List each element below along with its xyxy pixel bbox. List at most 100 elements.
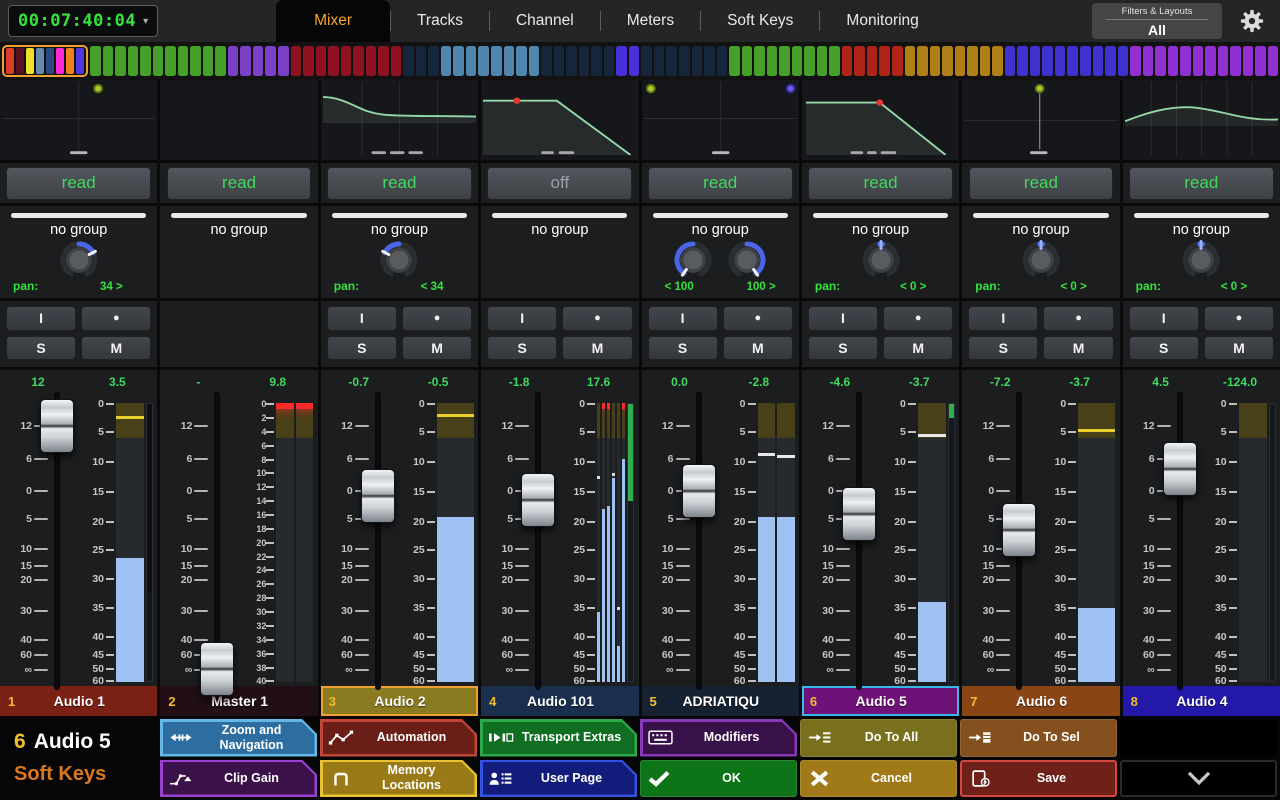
color-block[interactable] xyxy=(854,46,865,76)
color-block[interactable] xyxy=(717,46,728,76)
automation-mode-button[interactable]: read xyxy=(6,167,151,200)
solo-button[interactable]: S xyxy=(1129,336,1199,361)
color-block[interactable] xyxy=(604,46,615,76)
color-block[interactable] xyxy=(1205,46,1216,76)
color-block[interactable] xyxy=(742,46,753,76)
color-block[interactable] xyxy=(240,46,251,76)
color-block[interactable] xyxy=(1080,46,1091,76)
color-block[interactable] xyxy=(76,48,84,74)
color-block[interactable] xyxy=(654,46,665,76)
mute-button[interactable]: M xyxy=(402,336,472,361)
tab-channel[interactable]: Channel xyxy=(490,0,600,42)
color-block[interactable] xyxy=(905,46,916,76)
color-block[interactable] xyxy=(804,46,815,76)
record-button[interactable]: ● xyxy=(723,306,793,331)
color-block[interactable] xyxy=(128,46,139,76)
color-block[interactable] xyxy=(165,46,176,76)
color-block[interactable] xyxy=(366,46,377,76)
color-block[interactable] xyxy=(641,46,652,76)
color-block[interactable] xyxy=(992,46,1003,76)
color-block[interactable] xyxy=(1017,46,1028,76)
solo-button[interactable]: S xyxy=(808,336,878,361)
color-block[interactable] xyxy=(478,46,489,76)
fader-track[interactable] xyxy=(696,392,702,690)
color-block[interactable] xyxy=(341,46,352,76)
fader-cap[interactable] xyxy=(1002,503,1036,557)
input-button[interactable]: I xyxy=(648,306,718,331)
color-block[interactable] xyxy=(1180,46,1191,76)
automation-thumbnail[interactable] xyxy=(962,80,1119,163)
softkey-user-page[interactable]: User Page xyxy=(480,760,637,798)
record-button[interactable]: ● xyxy=(1043,306,1113,331)
color-block[interactable] xyxy=(529,46,540,76)
input-button[interactable]: I xyxy=(1129,306,1199,331)
color-block[interactable] xyxy=(754,46,765,76)
color-block[interactable] xyxy=(867,46,878,76)
color-block[interactable] xyxy=(1193,46,1204,76)
color-block[interactable] xyxy=(391,46,402,76)
color-block[interactable] xyxy=(516,46,527,76)
mute-button[interactable]: M xyxy=(562,336,632,361)
color-block[interactable] xyxy=(955,46,966,76)
color-block[interactable] xyxy=(1255,46,1266,76)
color-block[interactable] xyxy=(291,46,302,76)
color-block[interactable] xyxy=(1005,46,1016,76)
channel-name-1[interactable]: 1Audio 1 xyxy=(0,686,157,716)
color-block[interactable] xyxy=(215,46,226,76)
color-block[interactable] xyxy=(1067,46,1078,76)
pan-knob[interactable] xyxy=(377,238,421,287)
fader-cap[interactable] xyxy=(682,464,716,518)
channel-name-8[interactable]: 8Audio 4 xyxy=(1123,686,1280,716)
color-block[interactable] xyxy=(679,46,690,76)
color-block[interactable] xyxy=(228,46,239,76)
color-block[interactable] xyxy=(1030,46,1041,76)
softkey-modifiers[interactable]: Modifiers xyxy=(640,719,797,757)
automation-thumbnail[interactable] xyxy=(1123,80,1280,163)
input-button[interactable]: I xyxy=(327,306,397,331)
record-button[interactable]: ● xyxy=(81,306,151,331)
softkey-do-to-all[interactable]: Do To All xyxy=(800,719,957,757)
input-button[interactable]: I xyxy=(487,306,557,331)
filters-layouts-selector[interactable]: Filters & Layouts All xyxy=(1092,3,1222,39)
timecode-display[interactable]: 00:07:40:04 ▾ xyxy=(8,5,158,37)
color-block[interactable] xyxy=(817,46,828,76)
color-block[interactable] xyxy=(1143,46,1154,76)
color-block[interactable] xyxy=(416,46,427,76)
channel-name-4[interactable]: 4Audio 101 xyxy=(481,686,638,716)
color-block[interactable] xyxy=(16,48,24,74)
color-block[interactable] xyxy=(203,46,214,76)
automation-thumbnail[interactable] xyxy=(0,80,157,163)
fader-cap[interactable] xyxy=(361,469,395,523)
softkey-do-to-sel[interactable]: Do To Sel xyxy=(960,719,1117,757)
color-block[interactable] xyxy=(453,46,464,76)
mute-button[interactable]: M xyxy=(1043,336,1113,361)
automation-thumbnail[interactable] xyxy=(321,80,478,163)
fader-track[interactable] xyxy=(535,392,541,690)
solo-button[interactable]: S xyxy=(487,336,557,361)
channel-name-3[interactable]: 3Audio 2 xyxy=(321,686,478,716)
color-block[interactable] xyxy=(692,46,703,76)
mute-button[interactable]: M xyxy=(723,336,793,361)
fader-cap[interactable] xyxy=(200,642,234,696)
mute-button[interactable]: M xyxy=(81,336,151,361)
color-block[interactable] xyxy=(704,46,715,76)
color-block[interactable] xyxy=(90,46,101,76)
gear-icon[interactable] xyxy=(1238,7,1266,35)
color-block[interactable] xyxy=(1093,46,1104,76)
solo-button[interactable]: S xyxy=(968,336,1038,361)
softkey-memory-locations[interactable]: Memory Locations xyxy=(320,760,477,798)
softkey-clip-gain[interactable]: Clip Gain xyxy=(160,760,317,798)
automation-mode-button[interactable]: read xyxy=(327,167,472,200)
color-block[interactable] xyxy=(66,48,74,74)
color-block[interactable] xyxy=(316,46,327,76)
color-block[interactable] xyxy=(491,46,502,76)
softkey-save[interactable]: Save xyxy=(960,760,1117,798)
color-block[interactable] xyxy=(1155,46,1166,76)
color-block[interactable] xyxy=(265,46,276,76)
color-block[interactable] xyxy=(629,46,640,76)
color-block[interactable] xyxy=(353,46,364,76)
color-block[interactable] xyxy=(967,46,978,76)
color-block[interactable] xyxy=(46,48,54,74)
color-block[interactable] xyxy=(1042,46,1053,76)
tab-meters[interactable]: Meters xyxy=(601,0,700,42)
